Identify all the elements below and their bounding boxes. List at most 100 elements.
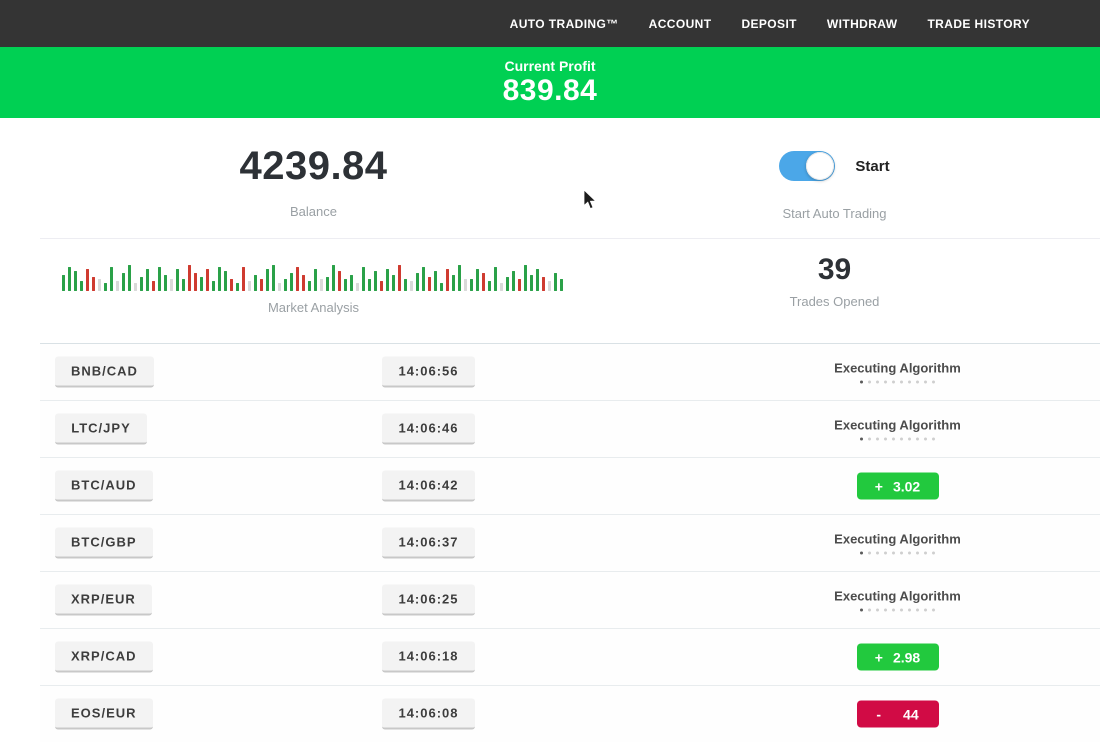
- result-amount: 2.98: [893, 649, 920, 665]
- loader-dot: [884, 552, 887, 555]
- chart-bar: [62, 275, 65, 291]
- executing-label: Executing Algorithm: [834, 589, 961, 604]
- chart-bar: [512, 271, 515, 291]
- current-profit-value: 839.84: [0, 74, 1100, 109]
- auto-trading-toggle[interactable]: [779, 151, 835, 181]
- chart-bar: [392, 275, 395, 291]
- loader-dot: [916, 552, 919, 555]
- loader-dot: [932, 552, 935, 555]
- nav-item-withdraw[interactable]: WITHDRAW: [827, 17, 898, 31]
- chart-bar: [224, 271, 227, 291]
- loader-dot: [860, 438, 863, 441]
- market-section: Market Analysis 39 Trades Opened: [0, 239, 1100, 343]
- loader-dot: [908, 609, 911, 612]
- chart-bar: [128, 265, 131, 291]
- chart-bar: [440, 283, 443, 291]
- chart-bar: [404, 279, 407, 291]
- loader-dot: [916, 381, 919, 384]
- chart-bar: [152, 281, 155, 291]
- chart-bar: [524, 265, 527, 291]
- chart-bar: [296, 267, 299, 291]
- chart-bar: [398, 265, 401, 291]
- chart-bar: [176, 269, 179, 291]
- result-badge-profit: +2.98: [857, 644, 939, 671]
- nav-item-trade-history[interactable]: TRADE HISTORY: [927, 17, 1030, 31]
- chart-bar: [122, 273, 125, 291]
- executing-label: Executing Algorithm: [834, 361, 961, 376]
- trade-row: XRP/CAD14:06:18+2.98: [40, 629, 1100, 686]
- chart-bar: [434, 271, 437, 291]
- chart-bar: [374, 271, 377, 291]
- trade-status: Executing Algorithm: [720, 418, 1075, 441]
- loader-dot: [908, 552, 911, 555]
- loader-dot: [924, 438, 927, 441]
- chart-bar: [476, 269, 479, 291]
- chart-bar: [68, 267, 71, 291]
- nav-item-auto-trading[interactable]: AUTO TRADING™: [510, 17, 619, 31]
- loader-dot: [860, 609, 863, 612]
- loader-dot: [916, 438, 919, 441]
- result-badge-loss: - 44: [857, 701, 939, 728]
- pair-badge[interactable]: LTC/JPY: [55, 414, 147, 445]
- pair-badge[interactable]: XRP/EUR: [55, 585, 152, 616]
- trade-row: BTC/AUD14:06:42+3.02: [40, 458, 1100, 515]
- chart-bar: [212, 281, 215, 291]
- loader-dots: [860, 381, 935, 384]
- trade-status: +2.98: [720, 644, 1075, 671]
- loader-dot: [892, 552, 895, 555]
- loader-dot: [876, 609, 879, 612]
- nav-item-account[interactable]: ACCOUNT: [649, 17, 712, 31]
- chart-bar: [146, 269, 149, 291]
- chart-bar: [134, 283, 137, 291]
- result-sign: +: [875, 478, 883, 494]
- chart-bar: [332, 265, 335, 291]
- chart-bar: [362, 267, 365, 291]
- chart-bar: [290, 273, 293, 291]
- chart-bar: [548, 281, 551, 291]
- chart-bar: [518, 279, 521, 291]
- chart-bar: [254, 275, 257, 291]
- trade-row: BTC/GBP14:06:37Executing Algorithm: [40, 515, 1100, 572]
- chart-bar: [410, 281, 413, 291]
- chart-bar: [326, 277, 329, 291]
- nav-item-deposit[interactable]: DEPOSIT: [741, 17, 796, 31]
- pair-badge[interactable]: EOS/EUR: [55, 699, 153, 730]
- chart-bar: [488, 281, 491, 291]
- chart-bar: [74, 271, 77, 291]
- loader-dot: [932, 381, 935, 384]
- chart-bar: [536, 269, 539, 291]
- result-amount: 44: [903, 706, 919, 722]
- chart-bar: [542, 277, 545, 291]
- chart-bar: [482, 273, 485, 291]
- chart-bar: [206, 269, 209, 291]
- result-sign: -: [876, 706, 881, 722]
- chart-bar: [116, 281, 119, 291]
- loader-dot: [908, 381, 911, 384]
- trade-row: LTC/JPY14:06:46Executing Algorithm: [40, 401, 1100, 458]
- pair-badge[interactable]: XRP/CAD: [55, 642, 153, 673]
- loader-dots: [860, 609, 935, 612]
- loader-dot: [892, 381, 895, 384]
- time-badge: 14:06:37: [382, 528, 475, 559]
- pair-badge[interactable]: BTC/GBP: [55, 528, 153, 559]
- market-analysis-block: Market Analysis: [0, 239, 627, 343]
- chart-bar: [380, 281, 383, 291]
- loader-dot: [916, 609, 919, 612]
- loader-dot: [900, 552, 903, 555]
- chart-bar: [86, 269, 89, 291]
- pair-badge[interactable]: BNB/CAD: [55, 357, 154, 388]
- pair-badge[interactable]: BTC/AUD: [55, 471, 153, 502]
- loader-dot: [868, 381, 871, 384]
- top-navbar: AUTO TRADING™ ACCOUNT DEPOSIT WITHDRAW TRADE…: [0, 0, 1100, 47]
- current-profit-banner: Current Profit 839.84: [0, 47, 1100, 118]
- chart-bar: [164, 275, 167, 291]
- chart-bar: [308, 281, 311, 291]
- time-badge: 14:06:08: [382, 699, 475, 730]
- current-profit-label: Current Profit: [0, 47, 1100, 74]
- loader-dot: [932, 438, 935, 441]
- chart-bar: [230, 279, 233, 291]
- chart-bar: [182, 279, 185, 291]
- auto-trading-caption: Start Auto Trading: [782, 206, 886, 221]
- chart-bar: [338, 271, 341, 291]
- chart-bar: [356, 283, 359, 291]
